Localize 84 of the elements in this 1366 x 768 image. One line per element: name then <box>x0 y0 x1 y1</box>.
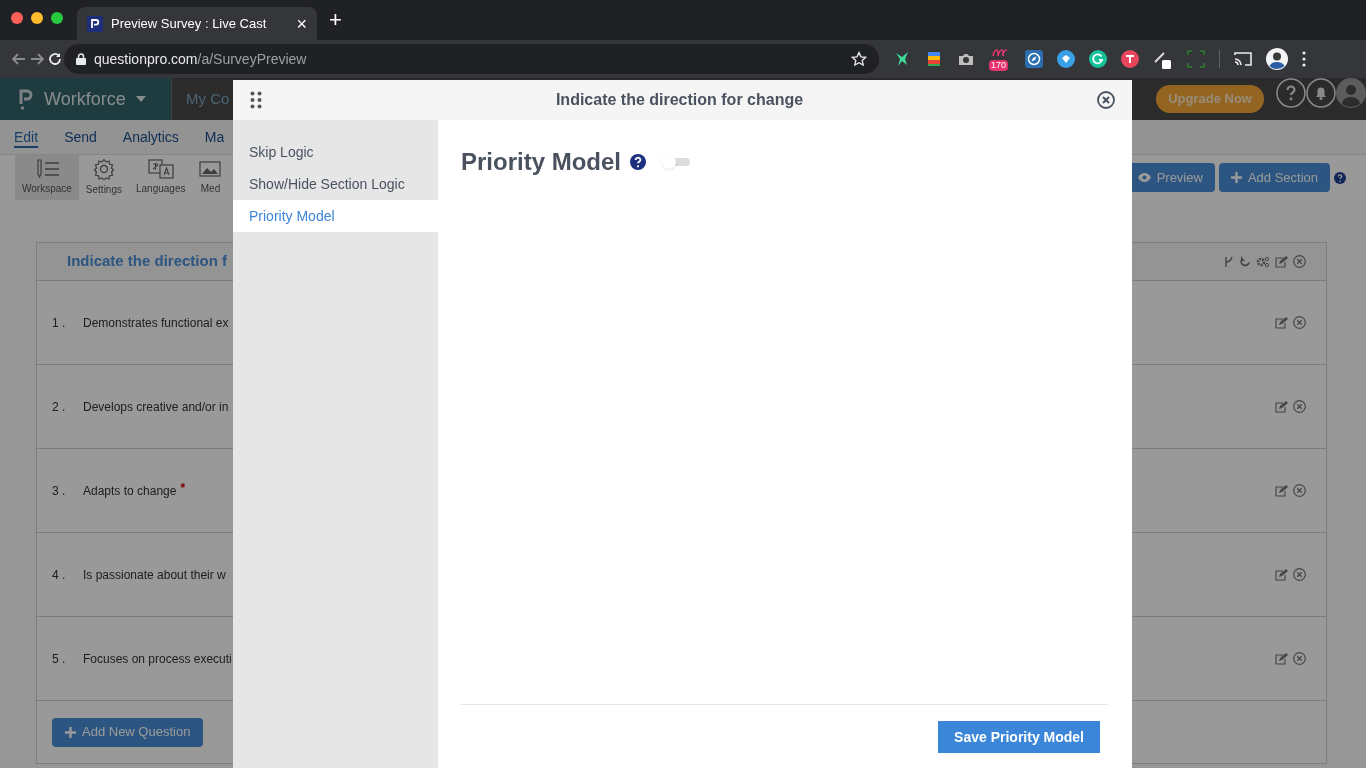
gear-icon <box>92 158 115 180</box>
edit-icon[interactable] <box>1275 400 1288 413</box>
question-number: 1 . <box>52 314 67 332</box>
refresh-icon[interactable] <box>1239 255 1251 268</box>
question-number: 4 . <box>52 566 67 584</box>
reload-icon[interactable] <box>46 50 64 68</box>
bell-icon[interactable] <box>1306 78 1336 108</box>
edit-icon[interactable] <box>1275 652 1288 665</box>
extension-icon[interactable] <box>1057 50 1075 68</box>
new-tab-button[interactable]: + <box>329 9 342 31</box>
sidebar-item[interactable]: Skip Logic <box>233 136 438 168</box>
window-control-button[interactable] <box>11 12 23 24</box>
save-button[interactable]: Save Priority Model <box>938 721 1100 753</box>
close-icon[interactable] <box>1293 400 1306 413</box>
nav-tab[interactable]: Send <box>64 126 97 148</box>
section-heading: Priority Model <box>461 147 622 177</box>
drag-handle-icon[interactable] <box>250 91 262 109</box>
help-icon[interactable] <box>630 154 647 170</box>
toolbar-button[interactable]: Workspace <box>15 155 79 200</box>
question-text: Develops creative and/or in <box>83 398 229 416</box>
edit-icon[interactable] <box>1275 484 1288 497</box>
product-switcher[interactable]: Workforce <box>0 78 172 120</box>
close-icon[interactable] <box>1293 568 1306 581</box>
edit-icon[interactable] <box>1275 255 1288 268</box>
required-marker: * <box>180 481 186 494</box>
nav-tab[interactable]: Edit <box>14 126 39 148</box>
tab-title: Preview Survey : Live Cast <box>111 14 268 33</box>
help-icon[interactable] <box>1334 171 1346 184</box>
extension-icon[interactable]: 170 <box>989 47 1011 71</box>
branch-icon[interactable] <box>1224 255 1234 268</box>
extension-icon[interactable] <box>1121 50 1139 68</box>
favicon-icon <box>87 15 103 32</box>
window-control-button[interactable] <box>31 12 43 24</box>
question-text: Is passionate about their w <box>83 566 226 584</box>
modal-title: Indicate the direction for change <box>554 90 805 110</box>
question-text: Demonstrates functional ex <box>83 314 229 332</box>
logo-icon <box>18 88 34 110</box>
tab-close-button[interactable]: × <box>296 14 307 33</box>
stack-icon[interactable] <box>925 50 943 68</box>
image-icon <box>199 159 222 179</box>
toolbar-button[interactable]: Languages <box>129 155 193 200</box>
toggle-switch[interactable] <box>662 155 691 169</box>
star-icon[interactable] <box>851 51 867 67</box>
gears-icon[interactable] <box>1256 255 1270 268</box>
plus-icon <box>65 726 76 738</box>
caret-icon <box>135 96 146 102</box>
lock-icon <box>76 53 86 65</box>
question-number: 2 . <box>52 398 67 416</box>
extension-icon[interactable] <box>1089 50 1107 68</box>
url-text: questionpro.com/a/SurveyPreview <box>94 49 308 69</box>
window-control-button[interactable] <box>51 12 63 24</box>
menu-icon[interactable] <box>1302 51 1306 67</box>
edit-icon[interactable] <box>1275 316 1288 329</box>
toolbar-button[interactable]: Settings <box>78 155 129 200</box>
plus-icon <box>1230 172 1242 183</box>
close-icon[interactable] <box>1097 91 1115 109</box>
nav-link[interactable]: My Co <box>186 87 230 111</box>
nav-tab[interactable]: Ma <box>204 126 225 148</box>
address-bar[interactable]: questionpro.com/a/SurveyPreview <box>64 44 879 74</box>
translate-icon <box>147 159 174 179</box>
toolbar-button[interactable]: Med <box>192 155 229 200</box>
section-title: Indicate the direction f <box>67 251 228 272</box>
question-text: Adapts to change <box>83 482 177 500</box>
sidebar-item[interactable]: Priority Model <box>233 200 438 232</box>
pen-icon[interactable] <box>1153 49 1173 69</box>
question-number: 3 . <box>52 482 67 500</box>
question-text: Focuses on process executi <box>83 650 232 668</box>
close-icon[interactable] <box>1293 484 1306 497</box>
browser-tab[interactable]: Preview Survey : Live Cast × <box>77 7 317 40</box>
edit-icon[interactable] <box>1275 568 1288 581</box>
add-section-button[interactable]: Add Section <box>1218 163 1330 192</box>
avatar-icon[interactable] <box>1266 48 1288 70</box>
eye-icon <box>1137 173 1151 182</box>
notification-badge: 170 <box>989 60 1009 71</box>
close-icon[interactable] <box>1293 652 1306 665</box>
nav-tab[interactable]: Analytics <box>122 126 179 148</box>
add-question-button[interactable]: Add New Question <box>52 717 204 747</box>
close-icon[interactable] <box>1293 316 1306 329</box>
sidebar-item[interactable]: Show/Hide Section Logic <box>233 168 438 200</box>
question-number: 5 . <box>52 650 67 668</box>
squiggle-icon <box>992 47 1008 57</box>
cast-icon[interactable] <box>1234 51 1252 67</box>
close-icon[interactable] <box>1293 255 1306 268</box>
compass-icon[interactable] <box>1025 50 1043 68</box>
